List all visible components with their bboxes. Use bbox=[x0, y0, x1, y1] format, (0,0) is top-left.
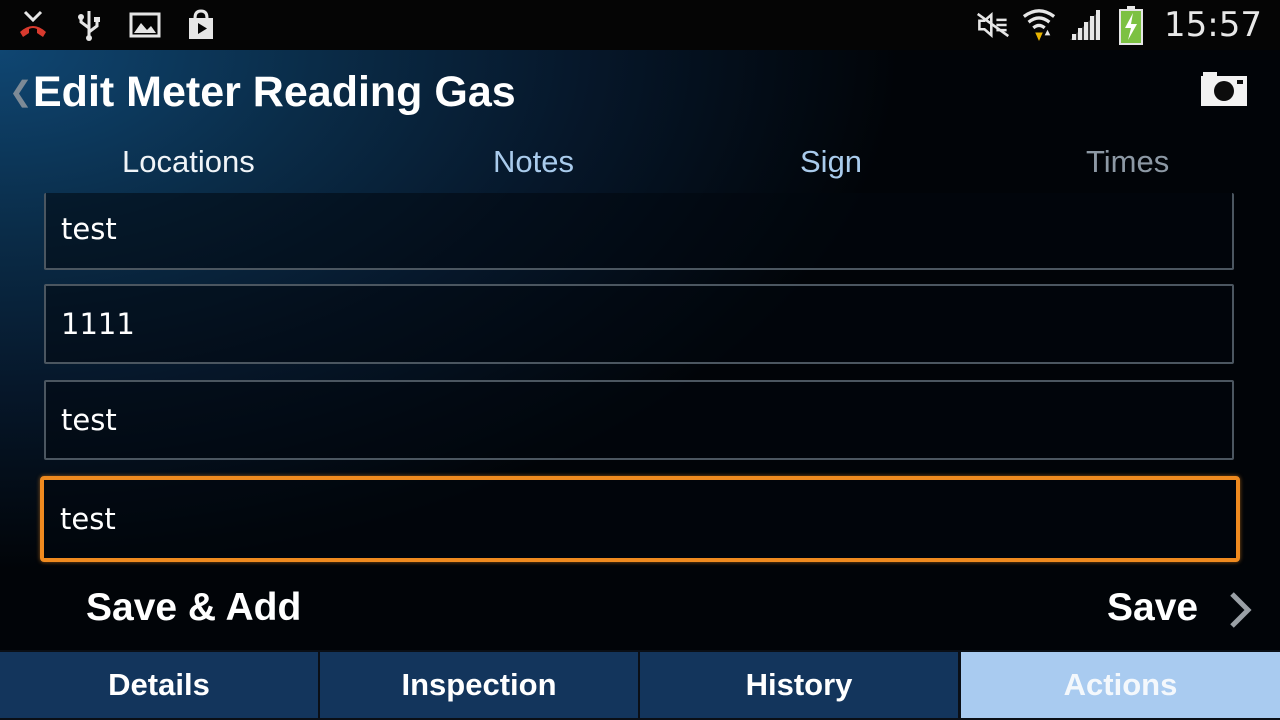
field-value: 1111 bbox=[61, 307, 135, 341]
app-content: ❮ Edit Meter Reading Gas Locations Notes… bbox=[0, 50, 1280, 650]
tab-sign[interactable]: Sign bbox=[800, 138, 862, 186]
nav-tab-history[interactable]: History bbox=[640, 652, 958, 718]
back-chevron-icon[interactable]: ❮ bbox=[9, 76, 32, 108]
clock: 15:57 bbox=[1164, 5, 1262, 45]
tab-locations[interactable]: Locations bbox=[122, 138, 255, 186]
notification-icons bbox=[16, 8, 218, 42]
status-bar: 15:57 bbox=[0, 0, 1280, 50]
battery-charging-icon bbox=[1114, 6, 1148, 45]
image-icon bbox=[128, 8, 162, 42]
missed-call-icon bbox=[16, 8, 50, 42]
signal-icon bbox=[1068, 8, 1102, 42]
title-bar: ❮ Edit Meter Reading Gas bbox=[0, 50, 1280, 136]
usb-icon bbox=[72, 8, 106, 42]
field-value: test bbox=[61, 403, 117, 437]
play-store-icon bbox=[184, 8, 218, 42]
mute-icon bbox=[976, 8, 1010, 42]
tab-notes[interactable]: Notes bbox=[493, 138, 574, 186]
field-value: test bbox=[61, 212, 117, 246]
camera-icon[interactable] bbox=[1199, 70, 1249, 108]
page-title: Edit Meter Reading Gas bbox=[33, 68, 516, 116]
section-tabs: Locations Notes Sign Times bbox=[0, 138, 1280, 186]
nav-tab-actions[interactable]: Actions bbox=[961, 652, 1280, 718]
wifi-icon bbox=[1022, 8, 1056, 42]
save-and-add-button[interactable]: Save & Add bbox=[86, 586, 301, 630]
save-button[interactable]: Save bbox=[1107, 586, 1198, 630]
nav-tab-details[interactable]: Details bbox=[0, 652, 318, 718]
bottom-navigation: Details Inspection History Actions bbox=[0, 650, 1280, 720]
text-field-3[interactable]: test bbox=[44, 380, 1234, 460]
chevron-right-icon[interactable] bbox=[1226, 590, 1254, 630]
text-field-2[interactable]: 1111 bbox=[44, 284, 1234, 364]
nav-tab-inspection[interactable]: Inspection bbox=[320, 652, 638, 718]
field-value: test bbox=[60, 502, 116, 536]
text-field-1[interactable]: test bbox=[44, 193, 1234, 270]
text-field-4-focused[interactable]: test bbox=[40, 476, 1240, 562]
system-icons: 15:57 bbox=[976, 4, 1262, 46]
tab-times[interactable]: Times bbox=[1086, 138, 1169, 186]
